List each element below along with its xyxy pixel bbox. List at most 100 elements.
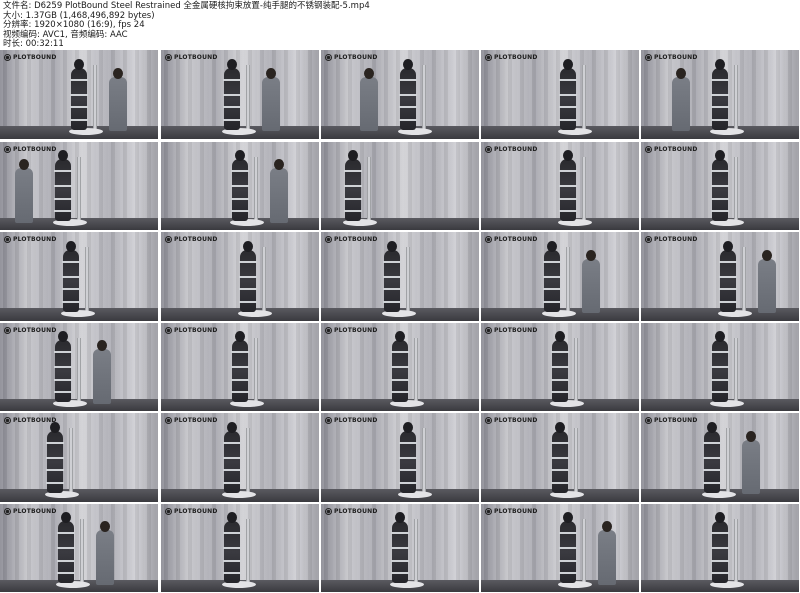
metal-cuff: [711, 572, 729, 574]
metal-cuff: [711, 559, 729, 562]
helper-head: [100, 521, 110, 533]
steel-frame: [422, 428, 426, 495]
plotbound-logo: PLOTBOUND: [645, 54, 698, 61]
metal-cuff: [46, 481, 64, 484]
circle-logo-icon: [325, 236, 332, 243]
person-figure: [239, 240, 257, 312]
logo-text: PLOTBOUND: [654, 54, 698, 61]
circle-logo-icon: [485, 507, 492, 515]
metal-cuff: [231, 366, 249, 369]
video-thumbnail: PLOTBOUND: [641, 141, 799, 230]
metal-cuff: [70, 93, 88, 96]
video-thumbnail: [641, 322, 799, 411]
metal-cuff: [703, 469, 721, 472]
logo-text: PLOTBOUND: [654, 417, 698, 424]
plotbound-logo: PLOTBOUND: [645, 145, 698, 153]
video-thumbnail: PLOTBOUND: [0, 232, 158, 321]
metal-cuff: [239, 260, 257, 263]
person-figure: [223, 58, 241, 130]
metal-cuff: [344, 185, 362, 188]
figure-head: [227, 421, 237, 433]
metal-cuff: [399, 106, 417, 109]
logo-text: PLOTBOUND: [13, 326, 57, 334]
metal-cuff: [551, 351, 569, 354]
circle-logo-icon: [325, 507, 332, 515]
person-figure: [559, 150, 577, 222]
metal-cuff: [703, 481, 721, 484]
metal-cuff: [46, 456, 64, 459]
plotbound-logo: PLOTBOUND: [4, 236, 57, 243]
metal-cuff: [399, 441, 417, 444]
metal-cuff: [551, 456, 569, 459]
figure-head: [707, 421, 717, 433]
logo-text: PLOTBOUND: [494, 417, 538, 424]
figure-head: [715, 150, 725, 162]
video-thumbnail: PLOTBOUND: [481, 141, 639, 230]
logo-text: PLOTBOUND: [174, 507, 218, 515]
metal-cuff: [54, 170, 72, 173]
metal-cuff: [391, 351, 409, 354]
steel-frame: [406, 247, 410, 314]
steel-frame: [582, 518, 586, 585]
metal-cuff: [57, 559, 75, 562]
metal-cuff: [559, 532, 577, 535]
metal-cuff: [62, 300, 80, 303]
steel-frame: [414, 337, 418, 404]
figure-head: [61, 512, 71, 524]
person-figure: [719, 240, 737, 312]
steel-frame: [254, 337, 258, 404]
figure-head: [58, 150, 68, 162]
steel-frame: [262, 247, 266, 314]
helper-figure: [93, 340, 111, 404]
person-figure: [344, 150, 362, 222]
metal-cuff: [711, 351, 729, 354]
metal-cuff: [711, 197, 729, 200]
person-figure: [703, 421, 721, 493]
metal-cuff: [62, 260, 80, 263]
logo-text: PLOTBOUND: [654, 236, 698, 243]
plotbound-logo: PLOTBOUND: [485, 54, 538, 61]
metal-cuff: [559, 197, 577, 200]
figure-head: [348, 150, 358, 162]
figure-head: [555, 421, 565, 433]
metal-cuff: [391, 532, 409, 535]
video-thumbnail: PLOTBOUND: [481, 503, 639, 592]
metal-cuff: [70, 118, 88, 121]
metal-cuff: [551, 366, 569, 369]
metal-cuff: [54, 378, 72, 381]
metal-cuff: [223, 93, 241, 96]
video-thumbnail: PLOTBOUND: [161, 503, 319, 592]
helper-head: [586, 249, 596, 261]
circle-logo-icon: [325, 326, 332, 334]
logo-text: PLOTBOUND: [174, 326, 218, 334]
metal-cuff: [559, 185, 577, 188]
metal-cuff: [551, 391, 569, 393]
plotbound-logo: PLOTBOUND: [485, 417, 538, 424]
metal-cuff: [223, 572, 241, 574]
steel-frame: [367, 156, 371, 223]
helper-head: [364, 67, 374, 79]
metal-cuff: [54, 185, 72, 188]
figure-head: [235, 331, 245, 343]
metal-cuff: [543, 288, 561, 291]
logo-text: PLOTBOUND: [334, 507, 378, 515]
metal-cuff: [559, 93, 577, 96]
steel-frame: [246, 65, 250, 132]
circle-logo-icon: [485, 236, 492, 243]
plotbound-logo: PLOTBOUND: [165, 326, 218, 334]
metal-cuff: [223, 78, 241, 81]
metal-cuff: [711, 106, 729, 109]
video-duration: 时长: 00:32:11: [3, 39, 64, 49]
logo-text: PLOTBOUND: [13, 236, 57, 243]
file-info: 文件名: D6259 PlotBound Steel Restrained 全金…: [3, 1, 370, 50]
steel-frame: [734, 156, 738, 223]
metal-cuff: [559, 559, 577, 562]
person-figure: [559, 58, 577, 130]
metal-cuff: [703, 456, 721, 459]
video-thumbnail: PLOTBOUND: [321, 503, 479, 592]
helper-head: [19, 159, 29, 171]
steel-frame: [246, 428, 250, 495]
metal-cuff: [54, 210, 72, 212]
figure-head: [715, 512, 725, 524]
plotbound-logo: PLOTBOUND: [645, 236, 698, 243]
